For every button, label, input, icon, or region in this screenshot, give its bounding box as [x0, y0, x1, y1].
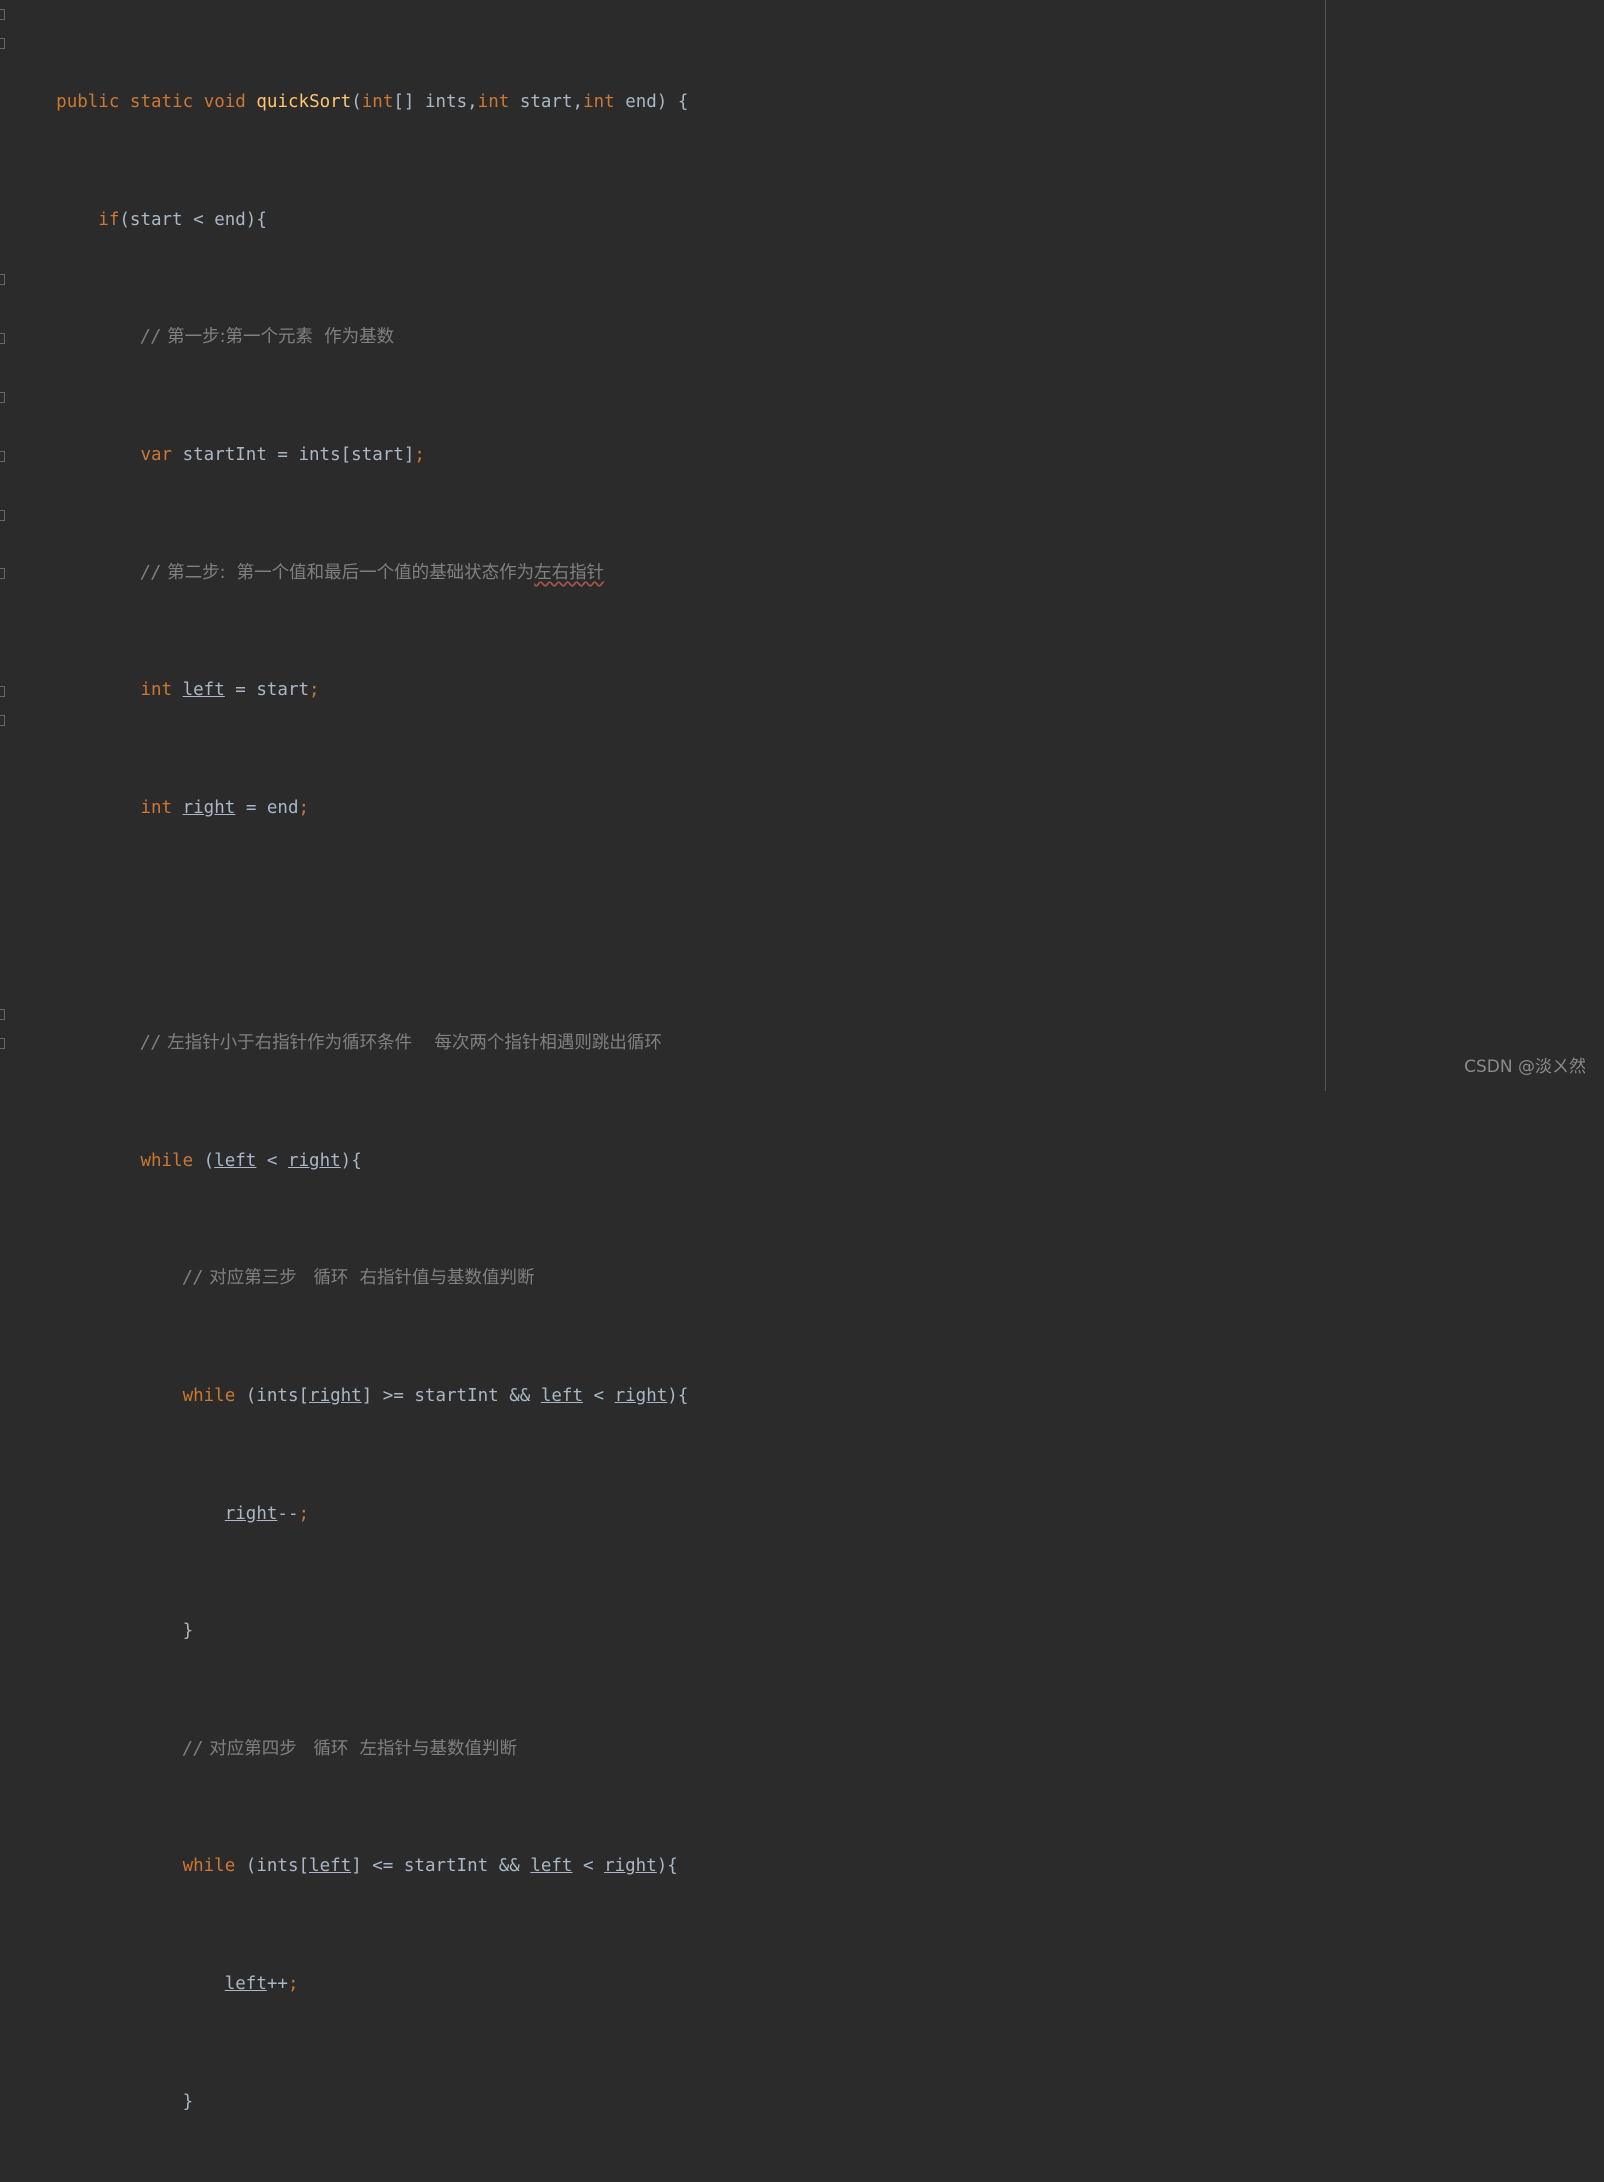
code-line-comment[interactable]: // 对应第三步 循环 右指针值与基数值判断	[0, 1264, 1604, 1293]
code-line[interactable]: var startInt = ints[start];	[0, 441, 1604, 470]
csdn-watermark: CSDN @淡ㄨ然	[1464, 1057, 1586, 1077]
code-editor[interactable]: public static void quickSort(int[] ints,…	[0, 0, 1604, 2112]
code-content[interactable]: public static void quickSort(int[] ints,…	[0, 0, 1604, 2182]
code-line[interactable]: }	[0, 2088, 1604, 2117]
code-line-comment[interactable]: // 第一步:第一个元素 作为基数	[0, 323, 1604, 352]
code-line[interactable]: int left = start;	[0, 676, 1604, 705]
code-line-comment[interactable]: // 第二步: 第一个值和最后一个值的基础状态作为左右指针	[0, 559, 1604, 588]
code-line-comment[interactable]: // 左指针小于右指针作为循环条件 每次两个指针相遇则跳出循环	[0, 1029, 1604, 1058]
code-line[interactable]: public static void quickSort(int[] ints,…	[0, 88, 1604, 117]
code-line-blank[interactable]	[0, 911, 1604, 940]
code-line[interactable]: right--;	[0, 1500, 1604, 1529]
code-line[interactable]: left++;	[0, 1970, 1604, 1999]
code-line[interactable]: int right = end;	[0, 794, 1604, 823]
code-line[interactable]: }	[0, 1617, 1604, 1646]
code-line[interactable]: if(start < end){	[0, 206, 1604, 235]
code-line[interactable]: while (left < right){	[0, 1147, 1604, 1176]
code-line[interactable]: while (ints[left] <= startInt && left < …	[0, 1852, 1604, 1881]
code-line-comment[interactable]: // 对应第四步 循环 左指针与基数值判断	[0, 1735, 1604, 1764]
code-line[interactable]: while (ints[right] >= startInt && left <…	[0, 1382, 1604, 1411]
